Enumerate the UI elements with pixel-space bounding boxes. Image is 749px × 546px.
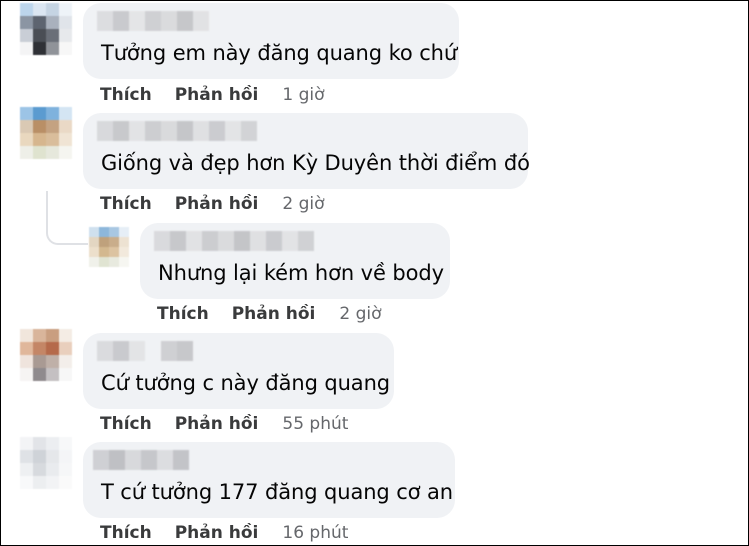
blurred-author-name[interactable]: [93, 450, 189, 470]
blurred-author-name[interactable]: [97, 11, 209, 31]
comment-text: Nhưng lại kém hơn về body: [158, 261, 444, 285]
avatar[interactable]: [20, 3, 72, 55]
reply-button[interactable]: Phản hồi: [175, 414, 259, 434]
reply-thread-line: [46, 191, 88, 245]
avatar[interactable]: [20, 329, 72, 381]
comment-timestamp[interactable]: 2 giờ: [282, 194, 324, 214]
comment-text: Giống và đẹp hơn Kỳ Duyên thời điểm đó: [101, 151, 530, 175]
like-button[interactable]: Thích: [157, 304, 209, 324]
comment-bubble: Cứ tưởng c này đăng quang: [83, 333, 394, 409]
comment-actions: Thích Phản hồi 16 phút: [100, 523, 348, 543]
reply-bubble: Nhưng lại kém hơn về body: [140, 223, 450, 299]
comment-timestamp[interactable]: 16 phút: [282, 523, 348, 543]
comment-actions: Thích Phản hồi 2 giờ: [100, 194, 325, 214]
reply-button[interactable]: Phản hồi: [232, 304, 316, 324]
like-button[interactable]: Thích: [100, 414, 152, 434]
comment-timestamp[interactable]: 55 phút: [282, 414, 348, 434]
comment-actions: Thích Phản hồi 1 giờ: [100, 85, 325, 105]
avatar[interactable]: [20, 437, 72, 489]
comment-actions: Thích Phản hồi 55 phút: [100, 414, 348, 434]
comment-timestamp[interactable]: 1 giờ: [282, 85, 324, 105]
comment-bubble: T cứ tưởng 177 đăng quang cơ an: [83, 442, 455, 518]
like-button[interactable]: Thích: [100, 523, 152, 543]
like-button[interactable]: Thích: [100, 85, 152, 105]
comment-thread: Tưởng em này đăng quang ko chứ Thích Phả…: [0, 0, 749, 546]
blurred-author-name[interactable]: [97, 341, 193, 361]
reply-button[interactable]: Phản hồi: [175, 85, 259, 105]
avatar[interactable]: [20, 107, 72, 159]
reply-button[interactable]: Phản hồi: [175, 523, 259, 543]
comment-actions: Thích Phản hồi 2 giờ: [157, 304, 382, 324]
blurred-author-name[interactable]: [97, 121, 257, 141]
comment-bubble: Tưởng em này đăng quang ko chứ: [83, 3, 459, 79]
like-button[interactable]: Thích: [100, 194, 152, 214]
comment-text: Tưởng em này đăng quang ko chứ: [101, 41, 458, 65]
avatar[interactable]: [89, 227, 129, 267]
comment-bubble: Giống và đẹp hơn Kỳ Duyên thời điểm đó: [83, 113, 530, 189]
comment-timestamp[interactable]: 2 giờ: [339, 304, 381, 324]
comment-text: Cứ tưởng c này đăng quang: [101, 371, 391, 395]
blurred-author-name[interactable]: [154, 231, 314, 251]
comment-text: T cứ tưởng 177 đăng quang cơ an: [101, 480, 453, 504]
reply-button[interactable]: Phản hồi: [175, 194, 259, 214]
